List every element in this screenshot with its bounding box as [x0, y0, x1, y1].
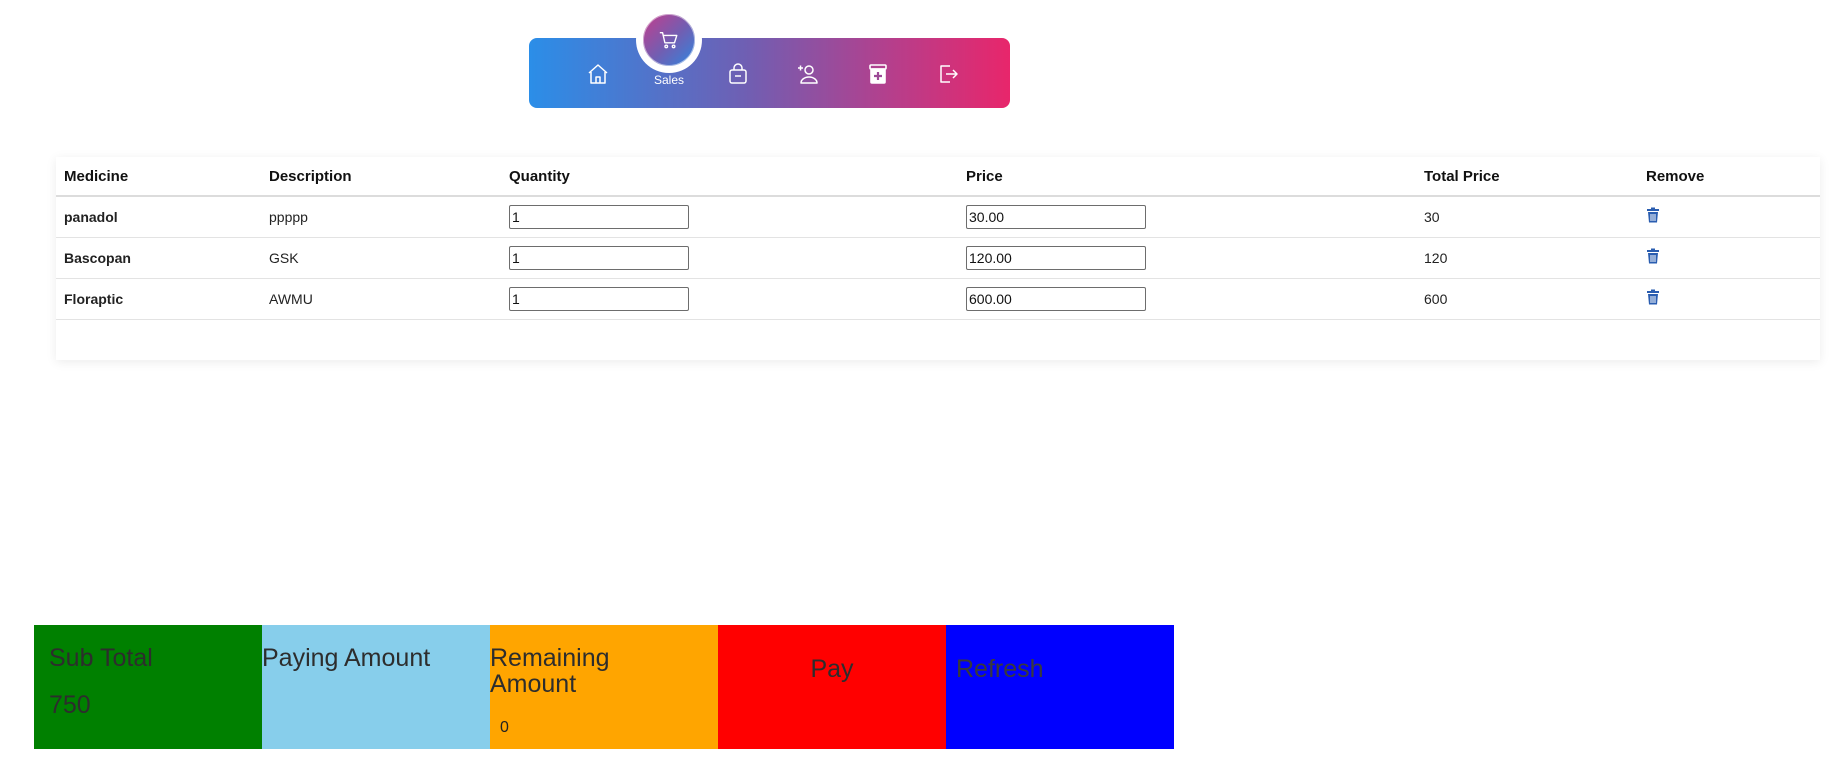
- nav-home[interactable]: [578, 54, 618, 94]
- nav-add-user[interactable]: [788, 54, 828, 94]
- refresh-button[interactable]: Refresh: [946, 625, 1174, 749]
- pay-button[interactable]: Pay: [718, 625, 946, 749]
- medicine-name: Floraptic: [56, 278, 261, 320]
- trash-icon[interactable]: [1646, 289, 1660, 305]
- header-remove: Remove: [1638, 157, 1820, 197]
- trash-icon[interactable]: [1646, 248, 1660, 264]
- remaining-amount-box: Remaining Amount 0: [490, 625, 718, 749]
- header-description: Description: [261, 157, 501, 197]
- refresh-label: Refresh: [956, 655, 1044, 683]
- medicine-description: GSK: [261, 237, 501, 279]
- price-cell: [958, 278, 1416, 320]
- nav-orders[interactable]: [718, 54, 758, 94]
- price-input[interactable]: [966, 245, 1146, 270]
- total-price: 600: [1416, 278, 1638, 320]
- total-price: 30: [1416, 196, 1638, 238]
- cart-icon: [659, 31, 678, 49]
- table-row: panadol ppppp 30: [56, 196, 1820, 238]
- header-price: Price: [958, 157, 1416, 197]
- medicine-icon: [869, 64, 887, 84]
- nav-bar: [529, 38, 1010, 108]
- sub-total-box: Sub Total 750: [34, 625, 262, 749]
- home-icon: [588, 64, 608, 84]
- sub-total-value: 750: [49, 691, 91, 719]
- price-input[interactable]: [966, 204, 1146, 229]
- quantity-input[interactable]: [509, 204, 689, 229]
- header-medicine: Medicine: [56, 157, 261, 197]
- logout-icon: [940, 65, 958, 83]
- remove-cell: [1638, 196, 1820, 238]
- medicine-description: AWMU: [261, 278, 501, 320]
- paying-amount-box[interactable]: Paying Amount: [262, 625, 490, 749]
- quantity-input[interactable]: [509, 245, 689, 270]
- remaining-amount-value: 0: [500, 719, 509, 736]
- price-cell: [958, 196, 1416, 238]
- cart-table: Medicine Description Quantity Price Tota…: [56, 157, 1820, 320]
- quantity-input[interactable]: [509, 286, 689, 311]
- quantity-cell: [501, 237, 958, 279]
- medicine-name: panadol: [56, 196, 261, 238]
- nav-sales-wrap: [636, 7, 702, 73]
- cart-table-card: Medicine Description Quantity Price Tota…: [56, 157, 1820, 360]
- remove-cell: [1638, 278, 1820, 320]
- medicine-description: ppppp: [261, 196, 501, 238]
- nav-logout[interactable]: [928, 54, 968, 94]
- nav-medicine[interactable]: [858, 54, 898, 94]
- header-total-price: Total Price: [1416, 157, 1638, 197]
- pay-label: Pay: [810, 655, 854, 683]
- sub-total-label: Sub Total: [49, 644, 153, 672]
- table-row: Bascopan GSK 120: [56, 237, 1820, 279]
- nav-sales[interactable]: [641, 12, 697, 68]
- total-price: 120: [1416, 237, 1638, 279]
- add-user-icon: [798, 65, 818, 84]
- summary-bar: Sub Total 750 Paying Amount Remaining Am…: [34, 625, 1174, 749]
- paying-amount-label: Paying Amount: [262, 644, 431, 672]
- price-input[interactable]: [966, 286, 1146, 311]
- quantity-cell: [501, 196, 958, 238]
- trash-icon[interactable]: [1646, 207, 1660, 223]
- sales-page: Sales Medicine Description Quantity Pric…: [0, 0, 1834, 780]
- table-row: Floraptic AWMU 600: [56, 278, 1820, 320]
- remove-cell: [1638, 237, 1820, 279]
- bag-icon: [729, 63, 747, 84]
- quantity-cell: [501, 278, 958, 320]
- medicine-name: Bascopan: [56, 237, 261, 279]
- table-header-row: Medicine Description Quantity Price Tota…: [56, 157, 1820, 197]
- nav-sales-label: Sales: [653, 73, 685, 87]
- header-quantity: Quantity: [501, 157, 958, 197]
- price-cell: [958, 237, 1416, 279]
- remaining-amount-label: Remaining Amount: [490, 644, 610, 698]
